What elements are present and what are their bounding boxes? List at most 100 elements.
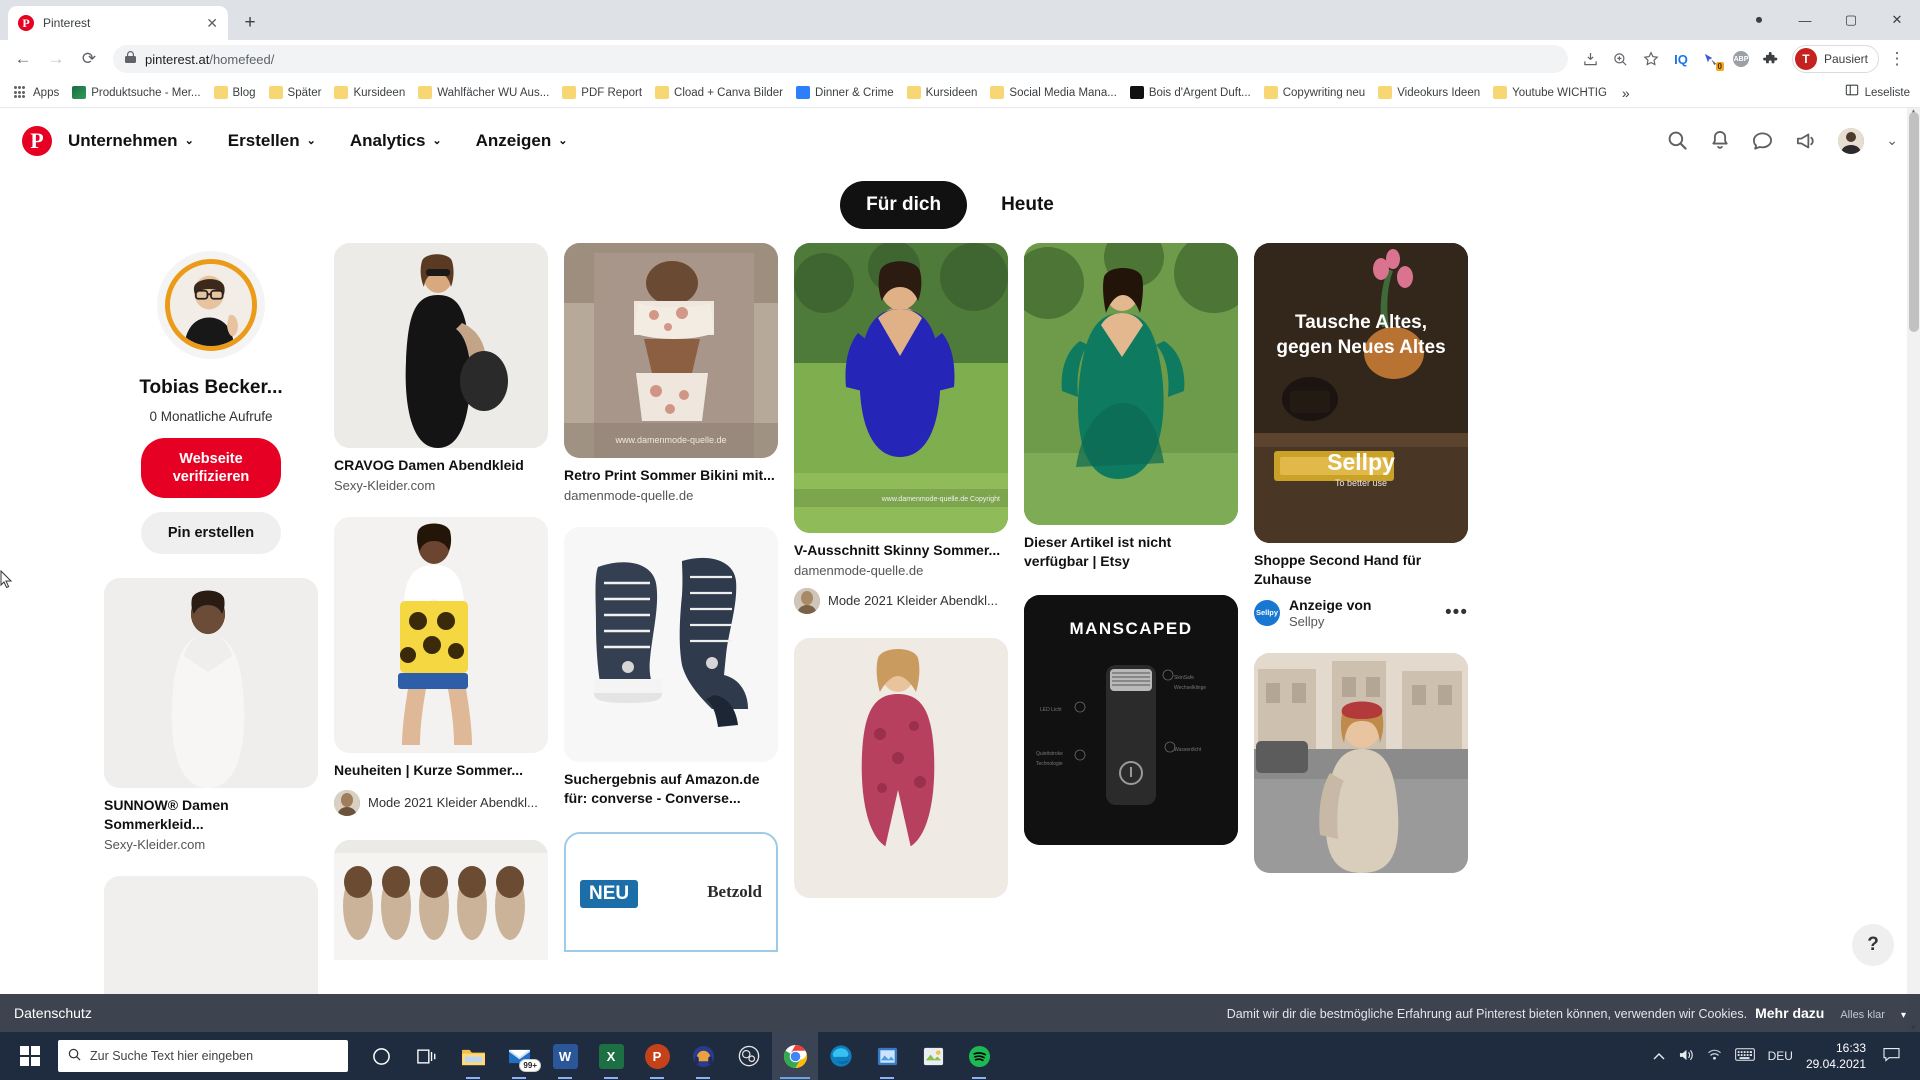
- nav-erstellen[interactable]: Erstellen ⌄: [228, 131, 316, 151]
- pin-image[interactable]: Tausche Altes, gegen Neues Altes Sellpy …: [1254, 243, 1468, 543]
- nav-anzeigen[interactable]: Anzeigen ⌄: [476, 131, 568, 151]
- pin-image[interactable]: [104, 876, 318, 997]
- bookmark-blog[interactable]: Blog: [208, 83, 262, 102]
- powerpoint-icon[interactable]: P: [634, 1032, 680, 1080]
- bookmark-wahlfaecher[interactable]: Wahlfächer WU Aus...: [412, 83, 555, 102]
- pin-card[interactable]: [334, 839, 548, 960]
- action-center-icon[interactable]: [1883, 1047, 1906, 1066]
- iq-extension-icon[interactable]: IQ: [1667, 45, 1695, 73]
- pin-attribution[interactable]: Mode 2021 Kleider Abendkl...: [794, 587, 1008, 614]
- pin-image[interactable]: [564, 526, 778, 762]
- search-icon[interactable]: [1667, 130, 1688, 151]
- pin-image[interactable]: www.damenmode-quelle.de: [564, 243, 778, 458]
- megaphone-icon[interactable]: [1795, 131, 1816, 151]
- chrome-icon[interactable]: [772, 1032, 818, 1080]
- audio-app-icon[interactable]: [680, 1032, 726, 1080]
- maximize-button[interactable]: ▢: [1828, 4, 1874, 36]
- install-icon[interactable]: [1577, 45, 1605, 73]
- pin-image[interactable]: [794, 637, 1008, 898]
- avatar[interactable]: [165, 259, 257, 351]
- pin-image[interactable]: [1254, 652, 1468, 873]
- bookmark-videokurs[interactable]: Videokurs Ideen: [1372, 83, 1486, 102]
- taskbar-clock[interactable]: 16:33 29.04.2021: [1806, 1040, 1870, 1072]
- wifi-icon[interactable]: [1707, 1048, 1722, 1064]
- word-icon[interactable]: W: [542, 1032, 588, 1080]
- pin-attribution[interactable]: Mode 2021 Kleider Abendkl...: [334, 789, 548, 816]
- new-tab-button[interactable]: +: [236, 9, 264, 37]
- pin-image[interactable]: [1024, 243, 1238, 525]
- excel-icon[interactable]: X: [588, 1032, 634, 1080]
- notifications-bell-icon[interactable]: [1710, 130, 1730, 151]
- bookmark-apps[interactable]: Apps: [8, 83, 65, 102]
- tab-heute[interactable]: Heute: [975, 181, 1080, 229]
- pin-card[interactable]: Suchergebnis auf Amazon.de für: converse…: [564, 526, 778, 808]
- bookmark-cload-canva[interactable]: Cload + Canva Bilder: [649, 83, 789, 102]
- scraper-extension-icon[interactable]: 0: [1697, 45, 1725, 73]
- record-indicator-icon[interactable]: ⏺: [1736, 4, 1782, 36]
- bookmark-produktsuche[interactable]: Produktsuche - Mer...: [66, 83, 206, 102]
- pin-image[interactable]: [334, 839, 548, 960]
- forward-button[interactable]: →: [41, 44, 71, 74]
- pin-card[interactable]: NEU Betzold: [564, 831, 778, 952]
- chrome-menu-button[interactable]: ⋮: [1882, 44, 1912, 74]
- zoom-icon[interactable]: [1607, 45, 1635, 73]
- mail-icon[interactable]: 99+: [496, 1032, 542, 1080]
- cortana-icon[interactable]: [358, 1032, 404, 1080]
- verify-website-button[interactable]: Webseite verifizieren: [141, 438, 281, 499]
- nav-unternehmen[interactable]: Unternehmen ⌄: [68, 131, 194, 151]
- bookmark-social-media[interactable]: Social Media Mana...: [984, 83, 1122, 102]
- language-indicator[interactable]: DEU: [1768, 1049, 1793, 1063]
- keyboard-icon[interactable]: [1734, 1048, 1755, 1064]
- bookmark-pdf-report[interactable]: PDF Report: [556, 83, 648, 102]
- pin-card[interactable]: [1254, 652, 1468, 873]
- pin-card[interactable]: SUNNOW® Damen Sommerkleid... Sexy-Kleide…: [104, 578, 318, 852]
- pin-options-icon[interactable]: •••: [1445, 602, 1468, 624]
- volume-icon[interactable]: [1678, 1048, 1694, 1065]
- pinterest-logo-icon[interactable]: P: [22, 125, 52, 156]
- back-button[interactable]: ←: [8, 44, 38, 74]
- pin-image[interactable]: www.damenmode-quelle.de Copyright: [794, 243, 1008, 533]
- create-pin-button[interactable]: Pin erstellen: [141, 512, 281, 555]
- bookmark-kursideen-2[interactable]: Kursideen: [901, 83, 984, 102]
- help-button[interactable]: ?: [1852, 924, 1894, 966]
- pin-card[interactable]: Neuheiten | Kurze Sommer... Mode 2021 Kl…: [334, 516, 548, 816]
- pin-image[interactable]: NEU Betzold: [564, 831, 778, 952]
- pin-card[interactable]: [794, 637, 1008, 898]
- bookmark-spaeter[interactable]: Später: [263, 83, 328, 102]
- page-scrollbar[interactable]: ▲ ▼: [1907, 108, 1920, 1032]
- adblock-plus-icon[interactable]: ABP: [1727, 45, 1755, 73]
- pin-image[interactable]: [334, 243, 548, 448]
- paint-icon[interactable]: [910, 1032, 956, 1080]
- chrome-profile-chip[interactable]: T Pausiert: [1791, 45, 1879, 73]
- chevron-down-icon[interactable]: ▾: [1901, 1010, 1906, 1021]
- pin-image[interactable]: [334, 516, 548, 753]
- bookmark-kursideen-1[interactable]: Kursideen: [328, 83, 411, 102]
- obs-icon[interactable]: [726, 1032, 772, 1080]
- pin-card[interactable]: www.damenmode-quelle.de Copyright V-Auss…: [794, 243, 1008, 614]
- nav-analytics[interactable]: Analytics ⌄: [350, 131, 442, 151]
- address-bar[interactable]: pinterest.at/homefeed/: [113, 45, 1568, 73]
- start-button[interactable]: [6, 1032, 54, 1080]
- reading-list-button[interactable]: Leseliste: [1845, 83, 1910, 102]
- file-explorer-icon[interactable]: [450, 1032, 496, 1080]
- cookie-more-link[interactable]: Mehr dazu: [1755, 1005, 1824, 1021]
- scrollbar-thumb[interactable]: [1909, 112, 1919, 332]
- close-window-button[interactable]: ✕: [1874, 4, 1920, 36]
- bookmark-youtube[interactable]: Youtube WICHTIG: [1487, 83, 1613, 102]
- messages-icon[interactable]: [1752, 131, 1773, 151]
- bookmarks-overflow-button[interactable]: »: [1614, 85, 1638, 101]
- minimize-button[interactable]: —: [1782, 4, 1828, 36]
- spotify-icon[interactable]: [956, 1032, 1002, 1080]
- pin-image[interactable]: SkinSafe Wechselklinge LED Licht Quiettst…: [1024, 594, 1238, 845]
- bookmark-bois-dargent[interactable]: Bois d'Argent Duft...: [1124, 83, 1257, 102]
- pin-card[interactable]: [104, 876, 318, 997]
- avatar[interactable]: [1838, 127, 1865, 154]
- browser-tab-pinterest[interactable]: P Pinterest ✕: [8, 6, 228, 40]
- bookmark-star-icon[interactable]: [1637, 45, 1665, 73]
- show-hidden-icons-arrow[interactable]: [1653, 1049, 1665, 1064]
- cookie-accept-button[interactable]: Alles klar: [1840, 1009, 1885, 1021]
- reload-button[interactable]: ⟳: [74, 44, 104, 74]
- pin-card[interactable]: CRAVOG Damen Abendkleid Sexy-Kleider.com: [334, 243, 548, 493]
- account-chevron-down-icon[interactable]: ⌄: [1886, 132, 1898, 149]
- extensions-puzzle-icon[interactable]: [1757, 45, 1785, 73]
